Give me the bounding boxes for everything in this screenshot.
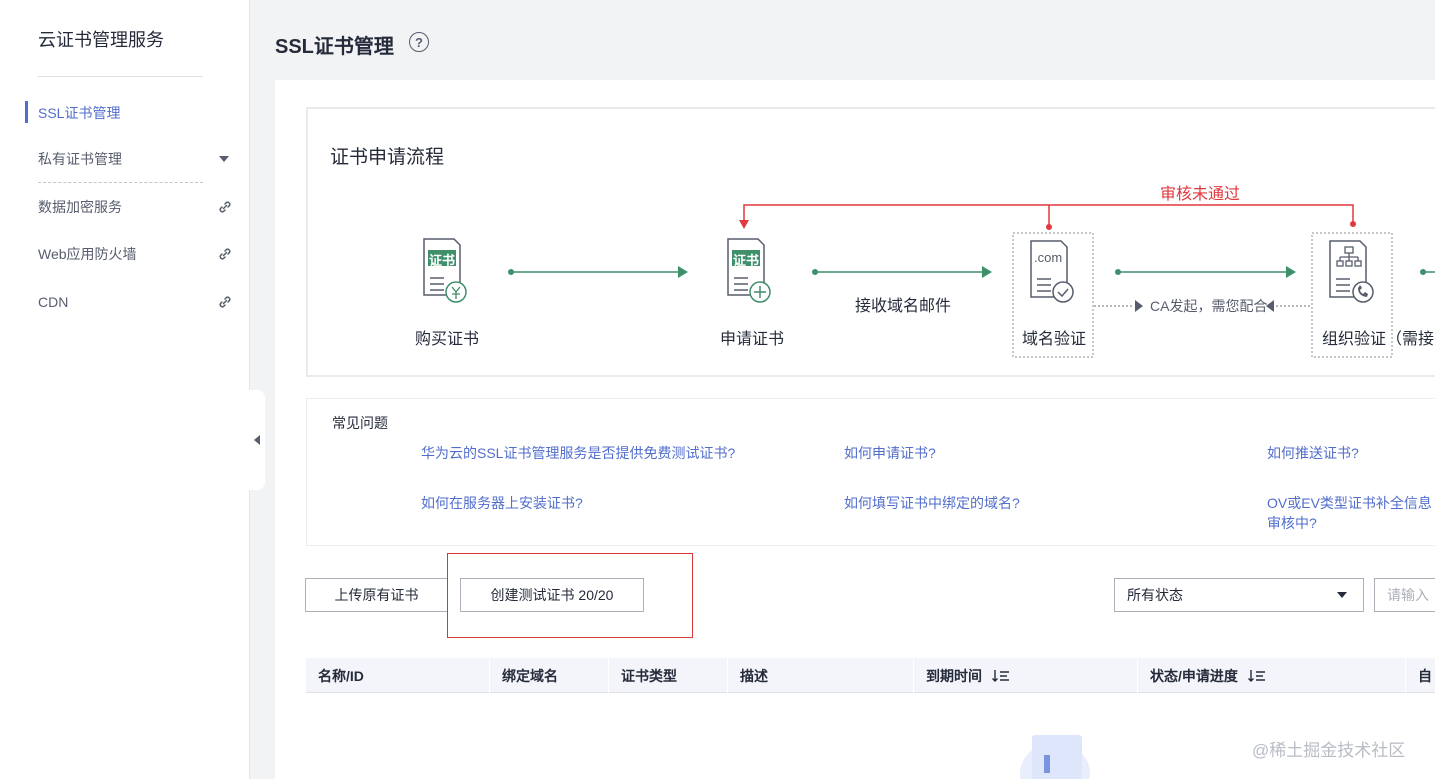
status-filter-value: 所有状态 xyxy=(1127,587,1183,603)
table-header: 名称/ID 绑定域名 证书类型 描述 到期时间 状态/申请进度 自 xyxy=(306,658,1435,693)
flow-arrow xyxy=(508,266,688,278)
faq-link-apply-cert[interactable]: 如何申请证书? xyxy=(844,443,936,463)
column-header-status[interactable]: 状态/申请进度 xyxy=(1138,658,1406,693)
faq-title: 常见问题 xyxy=(332,415,388,431)
status-filter-select[interactable]: 所有状态 xyxy=(1114,578,1364,612)
column-header-expiry[interactable]: 到期时间 xyxy=(914,658,1138,693)
flow-arrow xyxy=(1115,266,1296,278)
step-apply-certificate: 申请证书 xyxy=(720,331,785,348)
reject-label: 审核未通过 xyxy=(1160,186,1241,203)
faq-link-install-cert[interactable]: 如何在服务器上安装证书? xyxy=(421,493,583,513)
column-header-domain: 绑定域名 xyxy=(490,658,609,693)
reject-line xyxy=(739,204,1356,230)
upload-certificate-button[interactable]: 上传原有证书 xyxy=(305,578,448,612)
sort-icon[interactable] xyxy=(1247,669,1266,683)
apply-certificate-icon xyxy=(727,238,771,303)
step-domain-validation: 域名验证 xyxy=(1022,331,1087,348)
highlight-annotation xyxy=(447,553,693,638)
faq-link-push-cert[interactable]: 如何推送证书? xyxy=(1267,443,1359,463)
step-org-validation: 组织验证（需接电 xyxy=(1322,331,1435,348)
faq-panel xyxy=(306,398,1435,546)
org-validation-icon xyxy=(1329,240,1374,303)
certificate-badge: 证书 xyxy=(733,253,760,268)
step-buy-certificate: 购买证书 xyxy=(415,331,480,348)
empty-state-icon xyxy=(1020,735,1090,779)
dotcom-badge: .com xyxy=(1034,250,1063,265)
column-header-more: 自 xyxy=(1406,658,1435,693)
column-header-description: 描述 xyxy=(728,658,914,693)
column-header-type: 证书类型 xyxy=(609,658,728,693)
ca-label: CA发起，需您配合 xyxy=(1150,298,1268,314)
flow-arrow xyxy=(812,266,992,278)
faq-link-ov-ev-info[interactable]: OV或EV类型证书补全信息 xyxy=(1267,493,1435,513)
column-header-label: 状态/申请进度 xyxy=(1150,667,1238,684)
chevron-down-icon xyxy=(1337,592,1347,598)
certificate-badge: 证书 xyxy=(429,253,456,268)
sort-icon[interactable] xyxy=(992,669,1010,683)
email-label: 接收域名邮件 xyxy=(855,298,952,315)
faq-link-ov-ev-info-cont[interactable]: 审核中? xyxy=(1267,513,1317,533)
watermark-text: @稀土掘金技术社区 xyxy=(1252,741,1406,760)
search-input[interactable] xyxy=(1374,578,1435,612)
flow-arrow xyxy=(1420,269,1435,275)
column-header-label: 到期时间 xyxy=(926,667,982,684)
buy-certificate-icon xyxy=(423,238,467,303)
faq-link-free-test-cert[interactable]: 华为云的SSL证书管理服务是否提供免费测试证书? xyxy=(421,443,735,463)
faq-link-bind-domain[interactable]: 如何填写证书中绑定的域名? xyxy=(844,493,1020,513)
column-header-name: 名称/ID xyxy=(306,658,490,693)
